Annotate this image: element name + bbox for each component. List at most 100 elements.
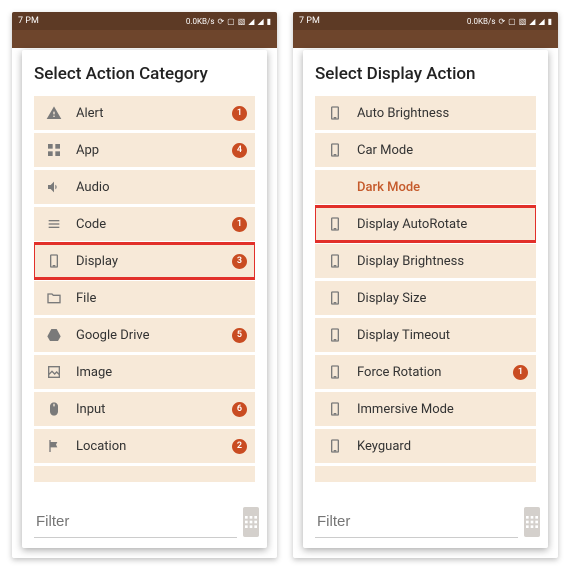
signal-icon: ◢ xyxy=(257,17,263,26)
list-item-label: Display Size xyxy=(357,291,528,306)
list-item[interactable]: Google Drive5 xyxy=(34,318,255,352)
sync-icon: ⟳ xyxy=(498,17,505,26)
signal-icon: ◢ xyxy=(529,17,535,26)
list-item-label: Display Brightness xyxy=(357,254,528,269)
count-badge: 3 xyxy=(232,254,247,269)
category-dialog: Select Action Category Alert1App4AudioCo… xyxy=(22,50,267,548)
dialog-title: Select Action Category xyxy=(34,64,255,84)
category-list[interactable]: Alert1App4AudioCode1Display3FileGoogle D… xyxy=(34,96,255,500)
statusbar: 7 PM 0.0KB/s ⟳ ▢ ▧ ◢ ◢ ▮ xyxy=(293,12,558,30)
count-badge: 1 xyxy=(232,106,247,121)
list-item[interactable]: Alert1 xyxy=(34,96,255,130)
grid-view-button[interactable] xyxy=(524,507,540,537)
list-item[interactable]: Image xyxy=(34,355,255,389)
list-item[interactable]: Keyguard xyxy=(315,429,536,463)
grid-view-button[interactable] xyxy=(243,507,259,537)
action-dialog: Select Display Action Auto Brightness Car… xyxy=(303,50,548,548)
phone-icon xyxy=(323,253,347,269)
audio-icon xyxy=(42,179,66,195)
list-item[interactable]: Force Rotation1 xyxy=(315,355,536,389)
list-item[interactable]: Display3 xyxy=(34,244,255,278)
list-item-label: Alert xyxy=(76,106,232,121)
phone-icon xyxy=(323,327,347,343)
count-badge: 1 xyxy=(232,217,247,232)
phone-left: 7 PM 0.0KB/s ⟳ ▢ ▧ ◢ ◢ ▮ Select Action C… xyxy=(12,12,277,558)
phone-icon xyxy=(323,216,347,232)
sync-icon: ⟳ xyxy=(217,17,224,26)
phone-icon xyxy=(323,438,347,454)
list-item[interactable]: Display Brightness xyxy=(315,244,536,278)
count-badge: 6 xyxy=(232,402,247,417)
list-item-label: Display AutoRotate xyxy=(357,217,528,232)
list-item[interactable] xyxy=(34,466,255,482)
list-item-label: Location xyxy=(76,439,232,454)
sim-icon: ▧ xyxy=(238,17,246,26)
list-item-label: File xyxy=(76,291,247,306)
list-item[interactable]: Display Timeout xyxy=(315,318,536,352)
drive-icon xyxy=(42,327,66,343)
list-item-label: Audio xyxy=(76,180,247,195)
list-item[interactable]: Dark Mode xyxy=(315,170,536,204)
action-list[interactable]: Auto Brightness Car Mode Dark Mode Display … xyxy=(315,96,536,500)
list-item-label: Car Mode xyxy=(357,143,528,158)
list-item[interactable]: Input6 xyxy=(34,392,255,426)
status-speed: 0.0KB/s xyxy=(186,17,215,26)
code-icon xyxy=(42,216,66,232)
flag-icon xyxy=(42,438,66,454)
list-item[interactable]: Immersive Mode xyxy=(315,392,536,426)
list-item-label: Code xyxy=(76,217,232,232)
list-item[interactable]: App4 xyxy=(34,133,255,167)
battery-icon: ▢ xyxy=(227,17,235,26)
battery-icon: ▮ xyxy=(548,17,552,26)
list-item[interactable]: Car Mode xyxy=(315,133,536,167)
phone-icon xyxy=(323,364,347,380)
list-item[interactable]: Code1 xyxy=(34,207,255,241)
phone-icon xyxy=(323,105,347,121)
filter-input[interactable] xyxy=(315,506,518,538)
list-item-label: Display Timeout xyxy=(357,328,528,343)
battery-icon: ▢ xyxy=(508,17,516,26)
list-item-label: Google Drive xyxy=(76,328,232,343)
list-item-label: App xyxy=(76,143,232,158)
app-header xyxy=(12,30,277,48)
phone-icon xyxy=(323,401,347,417)
count-badge: 4 xyxy=(232,143,247,158)
list-item-label: Image xyxy=(76,365,247,380)
dialog-footer xyxy=(315,506,536,538)
status-right: 0.0KB/s ⟳ ▢ ▧ ◢ ◢ ▮ xyxy=(467,17,552,26)
phone-icon xyxy=(323,290,347,306)
sim-icon: ▧ xyxy=(519,17,527,26)
list-item[interactable]: Display AutoRotate xyxy=(315,207,536,241)
signal-icon: ◢ xyxy=(538,17,544,26)
list-item[interactable]: File xyxy=(34,281,255,315)
alert-icon xyxy=(42,105,66,121)
list-item-label: Display xyxy=(76,254,232,269)
filter-input[interactable] xyxy=(34,506,237,538)
status-speed: 0.0KB/s xyxy=(467,17,496,26)
statusbar: 7 PM 0.0KB/s ⟳ ▢ ▧ ◢ ◢ ▮ xyxy=(12,12,277,30)
app-header xyxy=(293,30,558,48)
dialog-title: Select Display Action xyxy=(315,64,536,84)
phone-icon xyxy=(42,253,66,269)
list-item[interactable]: Location2 xyxy=(34,429,255,463)
list-item[interactable]: Audio xyxy=(34,170,255,204)
dialog-footer xyxy=(34,506,255,538)
count-badge: 5 xyxy=(232,328,247,343)
count-badge: 2 xyxy=(232,439,247,454)
list-item-label: Keyguard xyxy=(357,439,528,454)
list-item[interactable]: Display Size xyxy=(315,281,536,315)
list-item-label: Auto Brightness xyxy=(357,106,528,121)
list-item[interactable] xyxy=(315,466,536,482)
folder-icon xyxy=(42,290,66,306)
phone-right: 7 PM 0.0KB/s ⟳ ▢ ▧ ◢ ◢ ▮ Select Display … xyxy=(293,12,558,558)
phone-icon xyxy=(323,142,347,158)
signal-icon: ◢ xyxy=(248,17,254,26)
list-item-label: Immersive Mode xyxy=(357,402,528,417)
status-right: 0.0KB/s ⟳ ▢ ▧ ◢ ◢ ▮ xyxy=(186,17,271,26)
list-item-label: Dark Mode xyxy=(357,180,528,195)
mouse-icon xyxy=(42,401,66,417)
list-item[interactable]: Auto Brightness xyxy=(315,96,536,130)
list-item-label: Input xyxy=(76,402,232,417)
app-icon xyxy=(42,142,66,158)
count-badge: 1 xyxy=(513,365,528,380)
